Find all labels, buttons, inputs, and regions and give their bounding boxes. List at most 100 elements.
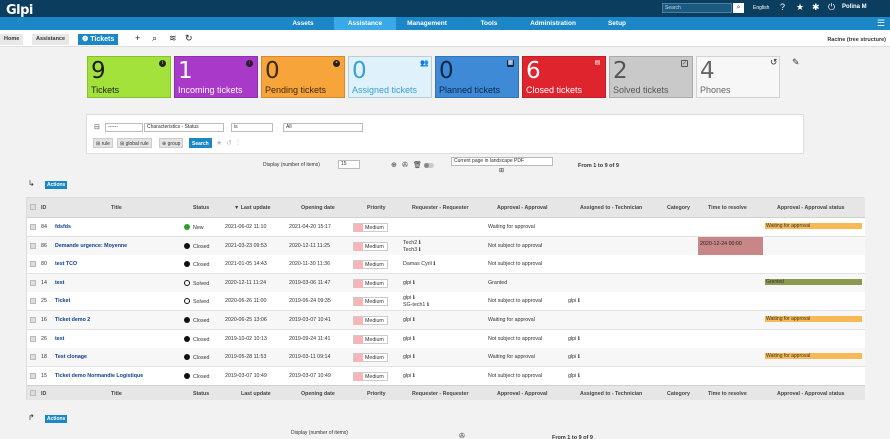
col-last-update[interactable]: ▼ Last update	[234, 205, 270, 211]
wrench-icon[interactable]: ✇	[402, 161, 408, 169]
col-opening-date[interactable]: Opening date	[301, 205, 335, 211]
search-button[interactable]: Search	[189, 138, 212, 148]
tile-assigned[interactable]: 0 Assigned tickets 👥	[348, 56, 432, 98]
ticket-title-link[interactable]: test	[55, 280, 64, 286]
technician[interactable]: glpi ℹ	[568, 373, 580, 379]
col-approval-status[interactable]: Approval - Approval status	[777, 391, 845, 397]
export-format-select[interactable]: Current page in landscape PDF	[451, 157, 553, 166]
menu-setup[interactable]: Setup	[586, 17, 648, 30]
help-icon[interactable]: ?	[780, 2, 785, 12]
menu-tools[interactable]: Tools	[458, 17, 520, 30]
tile-closed[interactable]: 6 Closed tickets ▤	[522, 56, 606, 98]
table-row[interactable]: 86 Demande urgence: Moyenne Closed 2021-03-…	[27, 236, 865, 256]
row-checkbox[interactable]	[30, 354, 36, 361]
ticket-title-link[interactable]: Ticket demo Normandie Logistique	[55, 373, 143, 379]
ticket-title-link[interactable]: test	[55, 336, 64, 342]
technician[interactable]: glpi ℹ	[568, 354, 580, 360]
add-group-button[interactable]: ⊕ group	[159, 138, 184, 148]
global-search-input[interactable]: Search	[662, 3, 732, 13]
search-icon[interactable]: ⌕	[733, 3, 744, 13]
col-requester[interactable]: Requester - Requester	[412, 391, 469, 397]
tile-phones[interactable]: 4 Phones	[696, 56, 780, 98]
table-row[interactable]: 16 Ticket demo 2 Closed 2020-06-25 13:06 201…	[27, 311, 865, 330]
table-row[interactable]: 26 test Closed 2019-10-02 10:13 2019-09-24 1…	[27, 329, 865, 349]
col-title[interactable]: Title	[111, 205, 122, 211]
requester[interactable]: glpi ℹ	[403, 336, 415, 342]
menu-assistance[interactable]: Assistance	[334, 17, 396, 30]
saved-search-icon[interactable]: ↻	[185, 33, 193, 44]
criteria-operator-select[interactable]: ------	[105, 123, 143, 132]
menu-assets[interactable]: Assets	[272, 17, 334, 30]
edit-icon[interactable]: ✎	[792, 57, 800, 68]
requester[interactable]: Tech2 ℹ	[403, 240, 421, 246]
requester[interactable]: glpi ℹ	[403, 280, 415, 286]
requester[interactable]: SG-tech1 ℹ	[403, 302, 429, 308]
col-status[interactable]: Status	[193, 205, 209, 211]
tile-tickets[interactable]: 9 Tickets i	[87, 56, 171, 98]
col-approval[interactable]: Approval - Approval	[497, 391, 547, 397]
requester[interactable]: glpi ℹ	[403, 354, 415, 360]
criteria-field-select[interactable]: Characteristics - Status	[144, 123, 224, 132]
table-row[interactable]: 84 fdsfds New 2021-06-02 11:10 2021-04-20 15…	[27, 218, 865, 237]
row-checkbox[interactable]	[30, 298, 36, 305]
col-technician[interactable]: Assigned to - Technician	[580, 391, 642, 397]
row-checkbox[interactable]	[30, 242, 36, 249]
requester[interactable]: Tech3 ℹ	[403, 247, 421, 253]
ticket-title-link[interactable]: Demande urgence: Moyenne	[55, 243, 127, 249]
hamburger-menu-icon[interactable]: ☰	[877, 18, 885, 29]
row-checkbox[interactable]	[30, 224, 36, 230]
col-time-to-resolve[interactable]: Time to resolve	[708, 205, 747, 211]
col-opening-date[interactable]: Opening date	[301, 391, 335, 397]
col-last-update[interactable]: Last update	[241, 391, 271, 397]
toggle-switch[interactable]	[424, 163, 434, 168]
history-icon[interactable]: ↺	[770, 57, 778, 68]
user-name[interactable]: Polina M	[842, 4, 867, 10]
breadcrumb-assistance[interactable]: Assistance	[32, 34, 70, 45]
trash-icon[interactable]: 🗑	[413, 161, 422, 169]
col-approval-status[interactable]: Approval - Approval status	[777, 205, 845, 211]
ticket-title-link[interactable]: fdsfds	[55, 224, 71, 230]
row-checkbox[interactable]	[30, 335, 36, 342]
actions-button[interactable]: Actions	[45, 181, 68, 189]
select-all-checkbox[interactable]	[30, 204, 36, 210]
technician[interactable]: glpi ℹ	[568, 336, 580, 342]
debug-bug-icon[interactable]: ✱	[812, 2, 820, 13]
col-category[interactable]: Category	[667, 391, 690, 397]
ticket-title-link[interactable]: Test clonage	[55, 354, 87, 360]
add-icon[interactable]: +	[135, 33, 140, 43]
technician[interactable]: glpi ℹ	[568, 298, 580, 304]
ticket-title-link[interactable]: Ticket demo 2	[55, 317, 90, 323]
row-checkbox[interactable]	[30, 261, 36, 268]
export-icon[interactable]: ⊞	[499, 167, 504, 174]
tile-pending[interactable]: 0 Pending tickets ▪	[261, 56, 345, 98]
col-priority[interactable]: Priority	[367, 205, 386, 211]
requester[interactable]: Damas Cyril ℹ	[403, 261, 435, 267]
ticket-title-link[interactable]: Ticket	[55, 298, 70, 304]
globe-icon[interactable]: ⊕	[391, 161, 397, 169]
row-checkbox[interactable]	[30, 317, 36, 323]
col-category[interactable]: Category	[667, 205, 690, 211]
more-icon[interactable]: ⋮	[235, 139, 241, 146]
row-checkbox[interactable]	[30, 279, 36, 286]
tile-incoming[interactable]: 1 Incoming tickets i	[174, 56, 258, 98]
favorites-star-icon[interactable]: ★	[796, 2, 804, 13]
reset-icon[interactable]: ↺	[226, 139, 232, 147]
col-title[interactable]: Title	[111, 391, 122, 397]
tile-planned[interactable]: 0 Planned tickets ▦	[435, 56, 519, 98]
col-id[interactable]: ID	[41, 391, 46, 397]
requester[interactable]: glpi ℹ	[403, 317, 415, 323]
table-row[interactable]: 18 Test clonage Closed 2019-05-28 11:53 2019…	[27, 348, 865, 368]
criteria-condition-select[interactable]: is	[231, 123, 273, 132]
actions-button[interactable]: Actions	[45, 415, 68, 423]
col-priority[interactable]: Priority	[367, 391, 386, 397]
entity-selector[interactable]: Racine (tree structure)	[827, 37, 886, 43]
wrench-icon[interactable]: ✇	[459, 432, 465, 439]
menu-administration[interactable]: Administration	[520, 17, 586, 30]
add-rule-button[interactable]: ⊞ rule	[93, 138, 113, 148]
tile-solved[interactable]: 2 Solved tickets ✓	[609, 56, 693, 98]
table-row[interactable]: 15 Ticket demo Normandie Logistique Closed…	[27, 366, 865, 386]
glpi-logo[interactable]: Glpi	[6, 3, 33, 18]
col-approval[interactable]: Approval - Approval	[497, 205, 547, 211]
col-id[interactable]: ID	[41, 205, 46, 211]
add-global-rule-button[interactable]: ⊞ global rule	[117, 138, 152, 148]
